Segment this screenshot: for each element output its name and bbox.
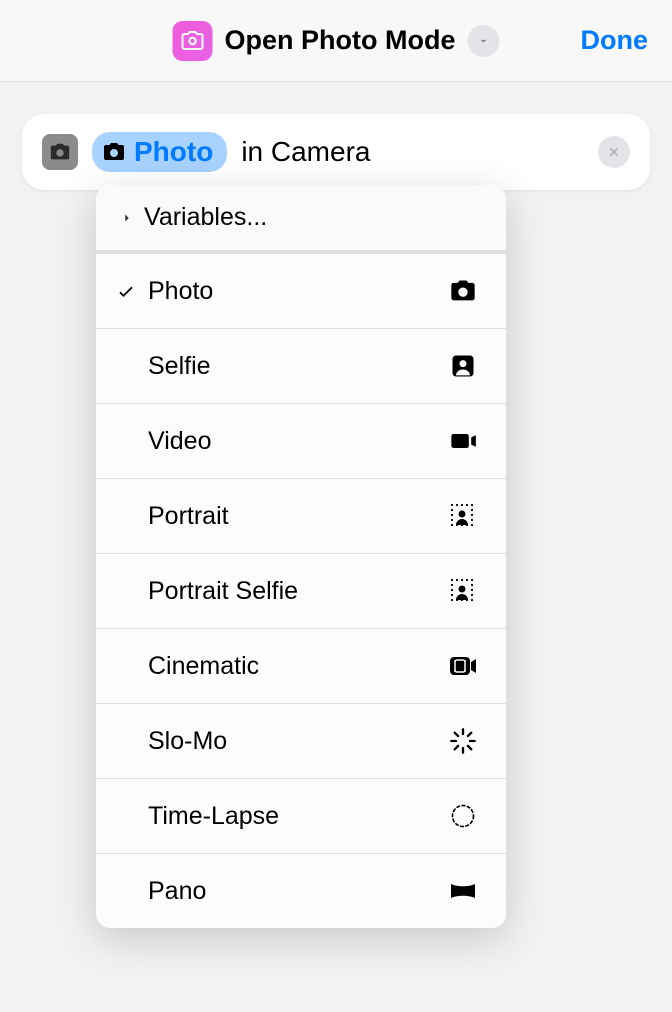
chevron-down-icon bbox=[476, 34, 490, 48]
dropdown-item-cinematic[interactable]: Cinematic bbox=[96, 629, 506, 704]
dropdown-item-pano[interactable]: Pano bbox=[96, 854, 506, 928]
mode-parameter-token[interactable]: Photo bbox=[92, 132, 227, 172]
dropdown-item-portrait-selfie[interactable]: Portrait Selfie bbox=[96, 554, 506, 629]
mode-parameter-label: Photo bbox=[134, 136, 213, 168]
check-indicator bbox=[116, 281, 148, 301]
action-suffix-text: in Camera bbox=[241, 136, 370, 168]
dropdown-item-video[interactable]: Video bbox=[96, 404, 506, 479]
variables-option[interactable]: Variables... bbox=[96, 185, 506, 254]
dropdown-item-label: Portrait bbox=[148, 502, 448, 531]
done-button[interactable]: Done bbox=[581, 25, 649, 56]
app-camera-icon bbox=[173, 21, 213, 61]
action-card[interactable]: Photo in Camera bbox=[22, 114, 650, 190]
dropdown-item-time-lapse[interactable]: Time-Lapse bbox=[96, 779, 506, 854]
portrait-icon bbox=[448, 501, 478, 531]
clear-button[interactable] bbox=[598, 136, 630, 168]
pano-icon bbox=[448, 876, 478, 906]
mode-dropdown: Variables... Photo Selfie Video Portrait Por… bbox=[96, 185, 506, 928]
slomo-icon bbox=[448, 726, 478, 756]
dropdown-item-label: Portrait Selfie bbox=[148, 577, 448, 606]
camera-icon bbox=[102, 140, 126, 164]
timelapse-icon bbox=[448, 801, 478, 831]
dropdown-item-portrait[interactable]: Portrait bbox=[96, 479, 506, 554]
cinematic-icon bbox=[448, 651, 478, 681]
video-icon bbox=[448, 426, 478, 456]
chevron-right-icon bbox=[120, 211, 134, 225]
dropdown-item-slo-mo[interactable]: Slo-Mo bbox=[96, 704, 506, 779]
dropdown-item-photo[interactable]: Photo bbox=[96, 254, 506, 329]
expand-button[interactable] bbox=[467, 25, 499, 57]
dropdown-item-label: Time-Lapse bbox=[148, 802, 448, 831]
close-icon bbox=[607, 145, 621, 159]
dropdown-item-label: Selfie bbox=[148, 352, 448, 381]
camera-icon bbox=[448, 276, 478, 306]
dropdown-item-label: Pano bbox=[148, 877, 448, 906]
page-title: Open Photo Mode bbox=[225, 25, 456, 56]
portrait-icon bbox=[448, 576, 478, 606]
dropdown-item-label: Photo bbox=[148, 277, 448, 306]
dropdown-item-selfie[interactable]: Selfie bbox=[96, 329, 506, 404]
header: Open Photo Mode Done bbox=[0, 0, 672, 82]
action-app-icon bbox=[42, 134, 78, 170]
variables-label: Variables... bbox=[144, 203, 267, 232]
dropdown-item-label: Video bbox=[148, 427, 448, 456]
person-square-icon bbox=[448, 351, 478, 381]
header-center: Open Photo Mode bbox=[173, 21, 500, 61]
dropdown-item-label: Slo-Mo bbox=[148, 727, 448, 756]
dropdown-item-label: Cinematic bbox=[148, 652, 448, 681]
